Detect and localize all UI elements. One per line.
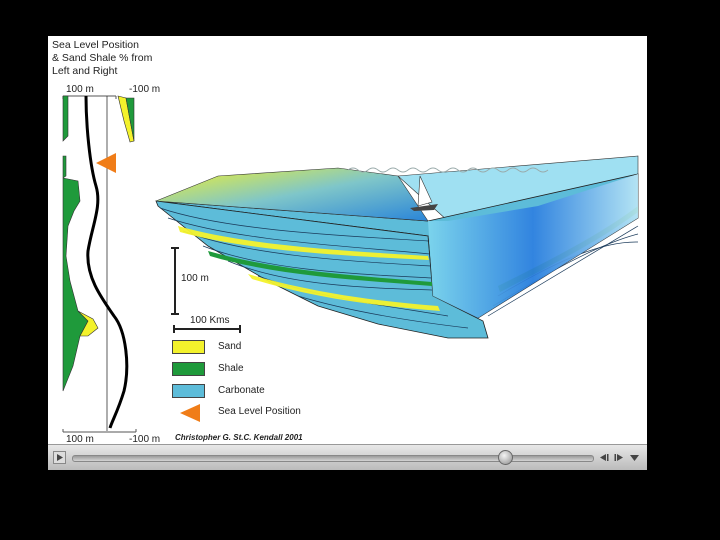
progress-track[interactable] (72, 455, 594, 462)
dropdown-menu-icon[interactable] (628, 451, 641, 464)
legend-label-carbonate: Carbonate (218, 385, 265, 396)
legend-label-sea-level: Sea Level Position (218, 406, 301, 417)
play-icon[interactable] (53, 451, 66, 464)
step-back-icon[interactable] (597, 451, 610, 464)
progress-scrubber[interactable] (497, 450, 513, 465)
sand-swatch (172, 340, 205, 354)
legend-label-sand: Sand (218, 341, 242, 352)
shale-swatch (172, 362, 205, 376)
credit-text: Christopher G. St.C. Kendall 2001 (175, 433, 303, 442)
legend-label-shale: Shale (218, 363, 244, 374)
player-controls (48, 444, 647, 470)
triangle-marker-icon (180, 404, 200, 422)
sea-level-marker-icon (96, 153, 116, 173)
step-forward-icon[interactable] (613, 451, 626, 464)
animation-frame: Sea Level Position & Sand Shale % from L… (48, 36, 647, 470)
vertical-scale-label: 100 m (181, 273, 209, 284)
sea-level-curve (84, 95, 129, 429)
horizontal-scale-label: 100 Kms (190, 315, 230, 326)
shale-fill-left (62, 95, 89, 392)
carbonate-swatch (172, 384, 205, 398)
